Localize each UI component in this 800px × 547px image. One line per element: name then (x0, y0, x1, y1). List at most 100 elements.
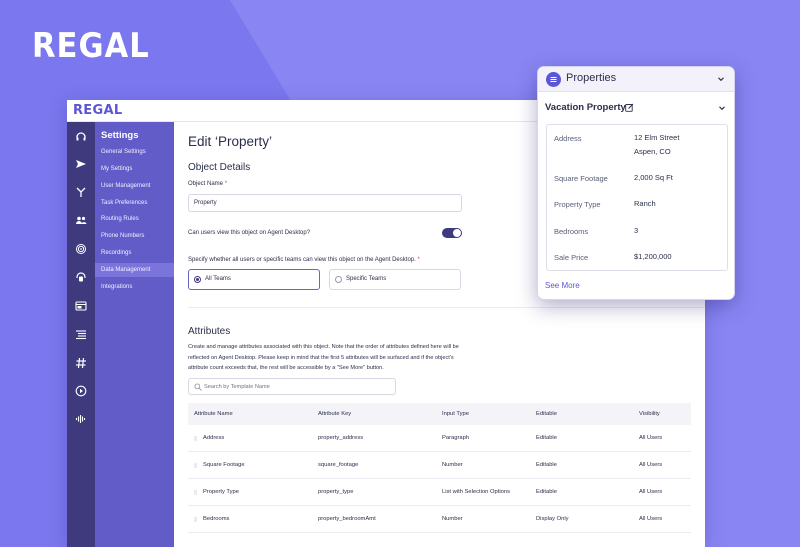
card-title: Properties (566, 72, 617, 84)
object-name-input[interactable]: Property (188, 194, 462, 212)
visibility: All Users (639, 489, 663, 495)
headset-icon[interactable] (74, 130, 88, 144)
sidebar-item-user-management[interactable]: User Management (95, 179, 174, 193)
column-header[interactable]: Attribute Key (318, 403, 351, 425)
field-value: $1,200,000 (634, 252, 672, 261)
radio-unselected-icon (335, 276, 342, 283)
support-icon[interactable] (74, 270, 88, 284)
chevron-down-icon[interactable] (717, 75, 725, 83)
settings-title: Settings (101, 130, 139, 141)
sidebar-item-general-settings[interactable]: General Settings (95, 145, 174, 159)
editable: Editable (536, 489, 557, 495)
sidebar-item-data-management[interactable]: Data Management (95, 263, 174, 277)
agent-desktop-label: Can users view this object on Agent Desk… (188, 230, 311, 236)
send-icon[interactable] (74, 157, 88, 171)
attributes-description: Create and manage attributes associated … (188, 344, 459, 371)
attribute-key: property_address (318, 435, 364, 441)
address-line-2: Aspen, CO (634, 146, 671, 156)
attribute-search[interactable] (188, 378, 396, 395)
hash-icon[interactable] (74, 356, 88, 370)
properties-icon (546, 72, 561, 87)
properties-card: Properties Vacation Property Address 12 … (537, 66, 735, 300)
attribute-name: Bedrooms (203, 516, 230, 522)
sidebar-item-my-settings[interactable]: My Settings (95, 162, 174, 176)
search-icon (194, 383, 202, 391)
attribute-name: Property Type (203, 489, 239, 495)
field-value: Ranch (634, 199, 656, 208)
agent-desktop-toggle[interactable] (442, 228, 462, 238)
object-details-heading: Object Details (188, 162, 251, 173)
visibility: All Users (639, 516, 663, 522)
visibility: All Users (639, 462, 663, 468)
attributes-table: Attribute Name Attribute Key Input Type … (188, 403, 691, 533)
table-row[interactable]: Bedrooms property_bedroomAmt Number Disp… (188, 506, 691, 533)
column-header[interactable]: Editable (536, 403, 557, 425)
table-row[interactable]: Address property_address Paragraph Edita… (188, 425, 691, 452)
field-label: Address (554, 134, 582, 143)
input-type: Paragraph (442, 435, 470, 441)
card-subtitle: Vacation Property (545, 102, 626, 113)
drag-handle-icon[interactable] (194, 490, 197, 495)
field-label: Property Type (554, 200, 601, 209)
visibility-label: Specify whether all users or specific te… (188, 257, 420, 263)
address-line-1: 12 Elm Street (634, 133, 680, 142)
input-type: List with Selection Options (442, 489, 510, 495)
field-value: 2,000 Sq Ft (634, 173, 673, 182)
waveform-icon[interactable] (74, 412, 88, 426)
sidebar-item-recordings[interactable]: Recordings (95, 246, 174, 260)
page-title: Edit ‘Property’ (188, 134, 273, 149)
field-label: Square Footage (554, 174, 608, 183)
radio-specific-teams[interactable]: Specific Teams (329, 269, 461, 290)
brand-logo: REGAL (32, 26, 150, 66)
table-row[interactable]: Square Footage square_footage Number Edi… (188, 452, 691, 479)
field-label: Sale Price (554, 253, 589, 262)
card-header[interactable]: Properties (538, 67, 734, 92)
edit-icon[interactable] (625, 103, 634, 112)
branch-icon[interactable] (74, 185, 88, 199)
radio-all-teams[interactable]: All Teams (188, 269, 320, 290)
see-more-link[interactable]: See More (545, 281, 580, 290)
attribute-key: square_footage (318, 462, 359, 468)
radio-selected-icon (194, 276, 201, 283)
browser-icon[interactable] (74, 299, 88, 313)
attribute-name: Square Footage (203, 462, 245, 468)
icon-rail (67, 122, 95, 547)
settings-sidebar: Settings General Settings My Settings Us… (95, 122, 174, 547)
object-name-label: Object Name * (188, 181, 228, 187)
editable: Display Only (536, 516, 569, 522)
app-logo: REGAL (73, 103, 123, 118)
sidebar-item-task-preferences[interactable]: Task Preferences (95, 196, 174, 210)
toggle-knob (453, 229, 461, 237)
sidebar-item-phone-numbers[interactable]: Phone Numbers (95, 229, 174, 243)
fingerprint-icon[interactable] (74, 242, 88, 256)
sidebar-item-integrations[interactable]: Integrations (95, 280, 174, 294)
visibility: All Users (639, 435, 663, 441)
list-icon[interactable] (74, 327, 88, 341)
chevron-down-icon[interactable] (718, 104, 726, 112)
field-value: 3 (634, 226, 639, 235)
drag-handle-icon[interactable] (194, 436, 197, 441)
column-header[interactable]: Visibility (639, 403, 660, 425)
field-value: 12 Elm Street Aspen, CO (634, 131, 679, 158)
play-icon[interactable] (74, 384, 88, 398)
field-label: Bedrooms (554, 227, 589, 236)
drag-handle-icon[interactable] (194, 517, 197, 522)
table-header: Attribute Name Attribute Key Input Type … (188, 403, 691, 425)
attribute-name: Address (203, 435, 225, 441)
property-details: Address 12 Elm Street Aspen, CO Square F… (546, 124, 728, 271)
team-icon[interactable] (74, 213, 88, 227)
attributes-heading: Attributes (188, 326, 231, 337)
input-type: Number (442, 516, 463, 522)
editable: Editable (536, 462, 557, 468)
drag-handle-icon[interactable] (194, 463, 197, 468)
sidebar-item-routing-rules[interactable]: Routing Rules (95, 212, 174, 226)
editable: Editable (536, 435, 557, 441)
radio-specific-teams-label: Specific Teams (346, 276, 387, 282)
attribute-key: property_type (318, 489, 354, 495)
search-input[interactable] (204, 381, 389, 393)
column-header[interactable]: Input Type (442, 403, 469, 425)
table-row[interactable]: Property Type property_type List with Se… (188, 479, 691, 506)
radio-all-teams-label: All Teams (205, 276, 231, 282)
attribute-key: property_bedroomAmt (318, 516, 376, 522)
column-header[interactable]: Attribute Name (194, 403, 233, 425)
